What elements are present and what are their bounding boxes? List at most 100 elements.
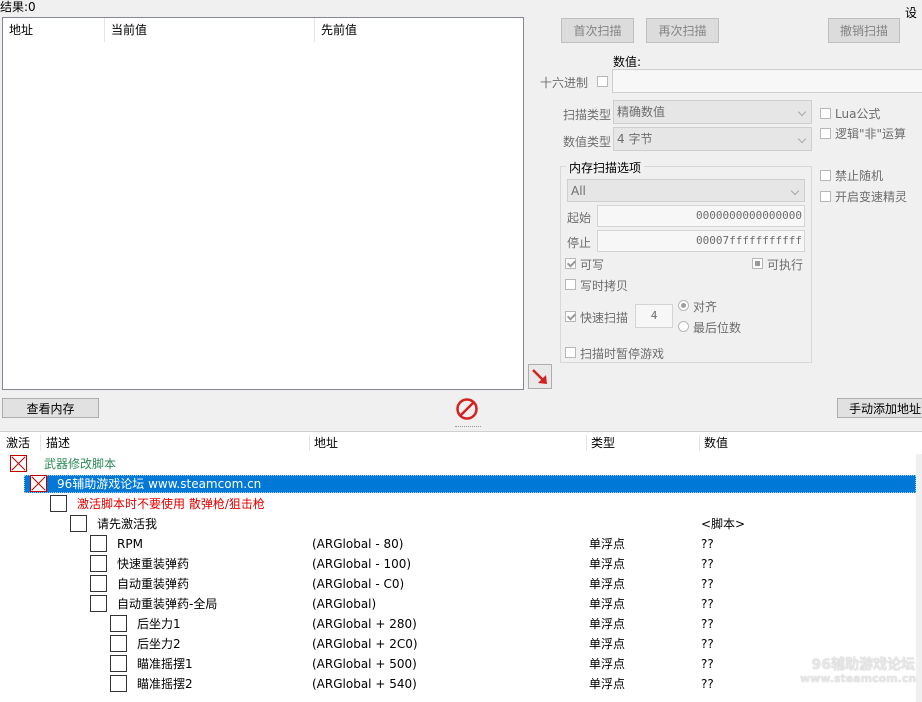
last-digits-label: 最后位数 <box>693 321 742 335</box>
table-row[interactable]: 后坐力2 (ARGlobal + 2C0) 单浮点?? <box>0 634 916 654</box>
table-row[interactable]: 后坐力1 (ARGlobal + 280) 单浮点?? <box>0 614 916 634</box>
table-row[interactable]: 快速重装弹药 (ARGlobal - 100) 单浮点?? <box>0 554 916 574</box>
fast-scan-label: 快速扫描 <box>580 311 629 325</box>
table-row[interactable]: 请先激活我 <脚本> <box>0 514 916 534</box>
row-description: 自动重装弹药-全局 <box>117 597 218 611</box>
copy-on-write-label: 写时拷贝 <box>580 279 629 293</box>
align-radio[interactable] <box>678 300 689 311</box>
row-active-checkbox[interactable] <box>90 595 107 612</box>
no-symbol-icon[interactable] <box>455 397 479 421</box>
row-value: ?? <box>701 657 714 671</box>
table-row[interactable]: 瞄准摇摆1 (ARGlobal + 500) 单浮点?? <box>0 654 916 674</box>
col-previous-value[interactable]: 先前值 <box>315 18 523 42</box>
table-row[interactable]: 自动重装弹药-全局 (ARGlobal) 单浮点?? <box>0 594 916 614</box>
scan-results-list[interactable]: 地址 当前值 先前值 <box>2 17 524 390</box>
view-memory-button[interactable]: 查看内存 <box>2 398 99 418</box>
col-current-value[interactable]: 当前值 <box>105 18 315 42</box>
start-address-input[interactable]: 0000000000000000 <box>597 205 805 227</box>
row-active-checkbox[interactable] <box>90 575 107 592</box>
lua-formula-checkbox[interactable] <box>820 108 831 119</box>
stop-address-input[interactable]: 00007fffffffffff <box>597 230 805 252</box>
settings-corner-label[interactable]: 设 <box>905 4 917 21</box>
table-row[interactable]: 激活脚本时不要使用 散弹枪/狙击枪 <box>0 494 916 514</box>
col-active[interactable]: 激活 <box>6 432 30 454</box>
table-row[interactable]: 瞄准摇摆2 (ARGlobal + 540) 单浮点?? <box>0 674 916 694</box>
row-active-checkbox[interactable] <box>70 515 87 532</box>
cheat-table[interactable]: 激活 描述 地址 类型 数值 武器修改脚本 96辅助游戏论坛 www.steamc… <box>0 431 922 702</box>
first-scan-button[interactable]: 首次扫描 <box>561 18 634 43</box>
row-value: ?? <box>701 557 714 571</box>
writable-checkbox[interactable] <box>565 258 576 269</box>
row-value: ?? <box>701 597 714 611</box>
table-row[interactable]: 武器修改脚本 <box>0 454 916 474</box>
row-active-checkbox[interactable] <box>110 615 127 632</box>
fast-scan-alignment-input[interactable]: 4 <box>635 304 673 328</box>
row-active-checkbox[interactable] <box>110 675 127 692</box>
table-row[interactable]: 96辅助游戏论坛 www.steamcom.cn <box>0 474 916 494</box>
no-random-checkbox[interactable] <box>820 170 831 181</box>
col-value[interactable]: 数值 <box>704 432 728 454</box>
copy-on-write-checkbox[interactable] <box>565 279 576 290</box>
value-input[interactable] <box>612 69 922 93</box>
row-value: ?? <box>701 637 714 651</box>
row-description: 激活脚本时不要使用 散弹枪/狙击枪 <box>77 497 265 511</box>
lua-formula-label: Lua公式 <box>835 107 881 121</box>
row-value: ?? <box>701 677 714 691</box>
row-description: 后坐力2 <box>137 637 181 651</box>
row-active-checkbox[interactable] <box>110 635 127 652</box>
scan-type-dropdown[interactable]: 精确数值 <box>613 100 812 124</box>
table-row[interactable]: RPM (ARGlobal - 80) 单浮点?? <box>0 534 916 554</box>
row-type: 单浮点 <box>589 537 626 551</box>
pause-game-checkbox[interactable] <box>565 347 576 358</box>
row-address: (ARGlobal - 80) <box>312 537 404 551</box>
next-scan-button[interactable]: 再次扫描 <box>646 18 719 43</box>
panel-splitter[interactable] <box>0 424 922 430</box>
row-description: 96辅助游戏论坛 www.steamcom.cn <box>57 477 262 491</box>
row-active-checkbox[interactable] <box>10 455 27 472</box>
row-type: 单浮点 <box>589 577 626 591</box>
col-type[interactable]: 类型 <box>591 432 615 454</box>
row-address: (ARGlobal + 280) <box>312 617 417 631</box>
row-active-checkbox[interactable] <box>90 555 107 572</box>
cheat-table-scrollbar[interactable] <box>916 454 922 702</box>
row-address: (ARGlobal - C0) <box>312 577 405 591</box>
undo-scan-button[interactable]: 撤销扫描 <box>828 18 900 43</box>
row-active-checkbox[interactable] <box>30 475 47 492</box>
col-address[interactable]: 地址 <box>3 18 105 42</box>
arrow-down-right-icon <box>532 368 547 384</box>
add-selected-to-list-button[interactable] <box>528 364 552 389</box>
watermark: 96辅助游戏论坛 www.steamcom.cn <box>800 654 916 685</box>
row-active-checkbox[interactable] <box>50 495 67 512</box>
row-type: 单浮点 <box>589 597 626 611</box>
last-digits-radio[interactable] <box>678 321 689 332</box>
row-address: (ARGlobal - 100) <box>312 557 412 571</box>
watermark-line1: 96辅助游戏论坛 <box>811 657 915 673</box>
stop-label: 停止 <box>567 236 592 250</box>
col-address[interactable]: 地址 <box>314 432 338 454</box>
no-random-label: 禁止随机 <box>835 169 884 183</box>
row-value: ?? <box>701 537 714 551</box>
memory-region-dropdown[interactable]: All <box>567 179 805 202</box>
fast-scan-checkbox[interactable] <box>565 311 576 322</box>
row-type: 单浮点 <box>589 677 626 691</box>
row-value: ?? <box>701 617 714 631</box>
hex-checkbox[interactable] <box>597 76 608 87</box>
value-type-dropdown[interactable]: 4 字节 <box>613 127 812 151</box>
align-label: 对齐 <box>693 300 718 314</box>
add-address-manually-button[interactable]: 手动添加地址 <box>837 398 922 418</box>
speedhack-checkbox[interactable] <box>820 191 831 202</box>
chevron-down-icon <box>797 134 807 144</box>
scan-type-label: 扫描类型 <box>563 108 612 122</box>
row-active-checkbox[interactable] <box>110 655 127 672</box>
row-description: RPM <box>117 537 143 551</box>
value-label: 数值: <box>613 55 642 69</box>
table-row[interactable]: 自动重装弹药 (ARGlobal - C0) 单浮点?? <box>0 574 916 594</box>
scan-list-header: 地址 当前值 先前值 <box>3 18 523 42</box>
executable-checkbox[interactable] <box>752 258 763 269</box>
row-type: 单浮点 <box>589 617 626 631</box>
col-description[interactable]: 描述 <box>46 432 70 454</box>
logical-not-checkbox[interactable] <box>820 128 831 139</box>
chevron-down-icon <box>797 107 807 117</box>
row-active-checkbox[interactable] <box>90 535 107 552</box>
row-type: 单浮点 <box>589 557 626 571</box>
